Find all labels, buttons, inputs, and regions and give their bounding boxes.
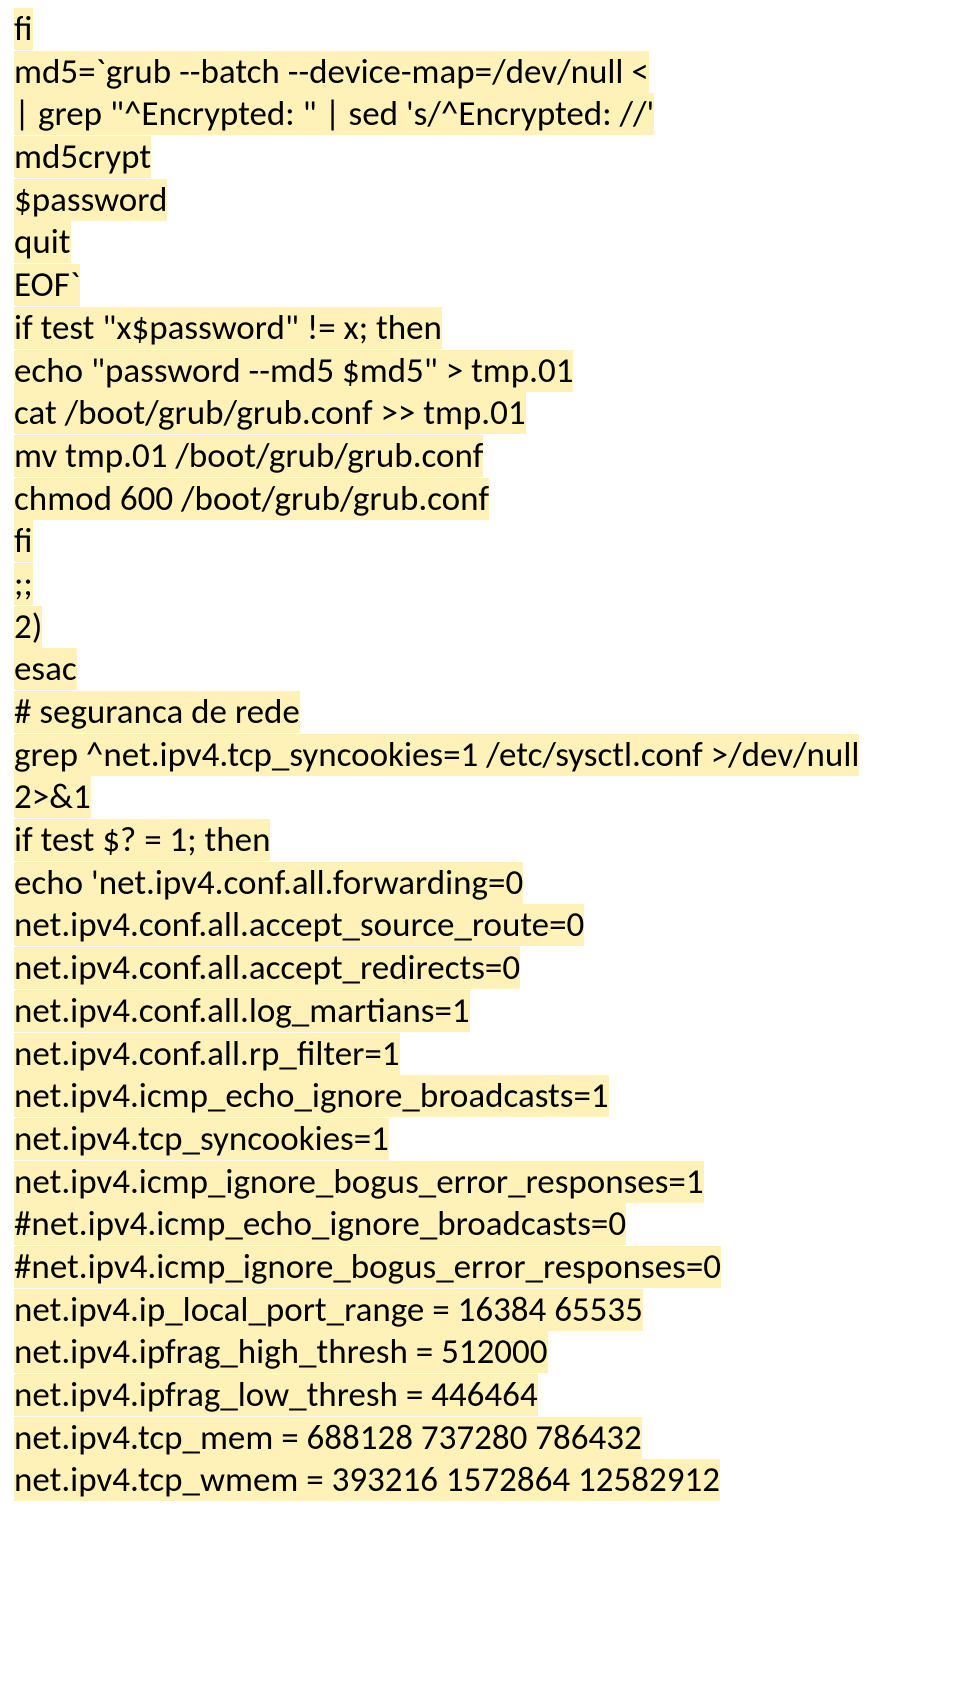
code-text: net.ipv4.conf.all.rp_filter=1	[14, 1033, 400, 1075]
code-line: if test "x$password" != x; then	[14, 307, 946, 350]
code-text: #net.ipv4.icmp_ignore_bogus_error_respon…	[14, 1246, 721, 1288]
code-text: net.ipv4.icmp_echo_ignore_broadcasts=1	[14, 1075, 609, 1117]
code-text: esac	[14, 648, 77, 690]
code-line: net.ipv4.conf.all.accept_source_route=0	[14, 904, 946, 947]
code-line: net.ipv4.conf.all.accept_redirects=0	[14, 947, 946, 990]
code-text: md5=`grub --batch --device-map=/dev/null…	[14, 51, 649, 93]
code-line: net.ipv4.tcp_mem = 688128 737280 786432	[14, 1417, 946, 1460]
code-line: ;;	[14, 563, 946, 606]
code-line: #net.ipv4.icmp_echo_ignore_broadcasts=0	[14, 1203, 946, 1246]
code-text: 2)	[14, 606, 42, 648]
code-text: net.ipv4.conf.all.accept_source_route=0	[14, 904, 584, 946]
code-text: 2>&1	[14, 776, 91, 818]
code-line: net.ipv4.icmp_echo_ignore_broadcasts=1	[14, 1075, 946, 1118]
code-text: md5crypt	[14, 136, 151, 178]
code-line: net.ipv4.conf.all.log_martians=1	[14, 990, 946, 1033]
code-text: grep ^net.ipv4.tcp_syncookies=1 /etc/sys…	[14, 734, 859, 776]
code-text: cat /boot/grub/grub.conf >> tmp.01	[14, 392, 526, 434]
code-line: md5crypt	[14, 136, 946, 179]
document-body: fi md5=`grub --batch --device-map=/dev/n…	[0, 0, 960, 1516]
code-line: | grep "^Encrypted: " | sed 's/^Encrypte…	[14, 93, 946, 136]
code-text: echo 'net.ipv4.conf.all.forwarding=0	[14, 862, 523, 904]
code-line: esac	[14, 648, 946, 691]
code-text: mv tmp.01 /boot/grub/grub.conf	[14, 435, 483, 477]
code-line: net.ipv4.icmp_ignore_bogus_error_respons…	[14, 1161, 946, 1204]
code-line: #net.ipv4.icmp_ignore_bogus_error_respon…	[14, 1246, 946, 1289]
code-line: fi	[14, 8, 946, 51]
code-line: net.ipv4.tcp_wmem = 393216 1572864 12582…	[14, 1459, 946, 1502]
code-text: net.ipv4.ipfrag_low_thresh = 446464	[14, 1374, 538, 1416]
code-text: $password	[14, 179, 167, 221]
code-line: net.ipv4.ipfrag_low_thresh = 446464	[14, 1374, 946, 1417]
code-text: quit	[14, 221, 71, 263]
code-text: net.ipv4.ipfrag_high_thresh = 512000	[14, 1331, 548, 1373]
code-line: EOF`	[14, 264, 946, 307]
code-line: if test $? = 1; then	[14, 819, 946, 862]
code-text: EOF`	[14, 264, 80, 306]
code-text: net.ipv4.ip_local_port_range = 16384 655…	[14, 1289, 643, 1331]
code-text: ;;	[14, 563, 33, 605]
code-line: chmod 600 /boot/grub/grub.conf	[14, 478, 946, 521]
code-line: fi	[14, 520, 946, 563]
code-line: 2>&1	[14, 776, 946, 819]
code-text: if test "x$password" != x; then	[14, 307, 442, 349]
code-text: #net.ipv4.icmp_echo_ignore_broadcasts=0	[14, 1203, 626, 1245]
code-text: # seguranca de rede	[14, 691, 300, 733]
code-text: chmod 600 /boot/grub/grub.conf	[14, 478, 489, 520]
code-text: fi	[14, 520, 33, 562]
code-line: net.ipv4.ipfrag_high_thresh = 512000	[14, 1331, 946, 1374]
code-line: net.ipv4.ip_local_port_range = 16384 655…	[14, 1289, 946, 1332]
code-text: net.ipv4.icmp_ignore_bogus_error_respons…	[14, 1161, 704, 1203]
code-line: $password	[14, 179, 946, 222]
code-line: echo "password --md5 $md5" > tmp.01	[14, 350, 946, 393]
code-text: net.ipv4.conf.all.accept_redirects=0	[14, 947, 520, 989]
code-text: net.ipv4.tcp_wmem = 393216 1572864 12582…	[14, 1459, 720, 1501]
code-line: quit	[14, 221, 946, 264]
code-line: 2)	[14, 606, 946, 649]
code-line: # seguranca de rede	[14, 691, 946, 734]
code-line: echo 'net.ipv4.conf.all.forwarding=0	[14, 862, 946, 905]
code-text: net.ipv4.tcp_mem = 688128 737280 786432	[14, 1417, 642, 1459]
code-text: echo "password --md5 $md5" > tmp.01	[14, 350, 573, 392]
code-line: grep ^net.ipv4.tcp_syncookies=1 /etc/sys…	[14, 734, 946, 777]
code-line: net.ipv4.tcp_syncookies=1	[14, 1118, 946, 1161]
code-text: if test $? = 1; then	[14, 819, 270, 861]
code-text: net.ipv4.tcp_syncookies=1	[14, 1118, 389, 1160]
code-text: | grep "^Encrypted: " | sed 's/^Encrypte…	[14, 93, 654, 135]
code-line: mv tmp.01 /boot/grub/grub.conf	[14, 435, 946, 478]
code-text: fi	[14, 8, 33, 50]
code-line: cat /boot/grub/grub.conf >> tmp.01	[14, 392, 946, 435]
code-line: net.ipv4.conf.all.rp_filter=1	[14, 1033, 946, 1076]
code-text: net.ipv4.conf.all.log_martians=1	[14, 990, 470, 1032]
code-line: md5=`grub --batch --device-map=/dev/null…	[14, 51, 946, 94]
